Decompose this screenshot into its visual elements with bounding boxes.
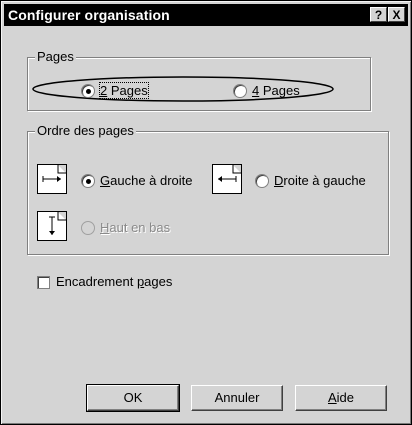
top-to-bottom-icon <box>37 211 67 241</box>
radio-top-to-bottom-button[interactable] <box>81 220 95 235</box>
radio-left-to-right-label: Gauche à droite <box>100 173 193 188</box>
ok-button[interactable]: OK <box>86 384 180 412</box>
radio-right-to-left[interactable]: Droite à gauche <box>255 173 366 188</box>
help-titlebar-button[interactable]: ? <box>370 7 387 22</box>
radio-left-to-right[interactable]: Gauche à droite <box>81 173 193 188</box>
radio-right-to-left-label: Droite à gauche <box>274 173 366 188</box>
radio-2-pages-label: 2 Pages <box>99 82 149 99</box>
radio-left-to-right-button[interactable] <box>81 173 95 188</box>
pages-group-legend: Pages <box>35 49 76 64</box>
title-bar: Configurer organisation ? X <box>4 4 408 26</box>
radio-4-pages-label: 4 Pages <box>252 83 300 98</box>
cancel-button[interactable]: Annuler <box>191 385 283 411</box>
close-button[interactable]: X <box>388 7 405 22</box>
left-to-right-icon <box>37 164 67 194</box>
radio-top-to-bottom-label: Haut en bas <box>100 220 171 235</box>
page-order-group-legend: Ordre des pages <box>35 123 136 138</box>
radio-4-pages[interactable]: 4 Pages <box>233 83 300 98</box>
radio-right-to-left-button[interactable] <box>255 173 269 188</box>
right-to-left-icon <box>212 164 242 194</box>
radio-top-to-bottom[interactable]: Haut en bas <box>81 220 170 235</box>
page-order-group <box>27 131 389 255</box>
radio-2-pages[interactable]: 2 Pages <box>81 82 149 99</box>
frame-pages-checkbox[interactable] <box>37 276 50 289</box>
frame-pages-label[interactable]: Encadrement pages <box>56 274 172 290</box>
dialog-title: Configurer organisation <box>8 7 170 23</box>
radio-2-pages-button[interactable] <box>81 83 95 98</box>
help-button[interactable]: Aide <box>295 385 387 411</box>
radio-4-pages-button[interactable] <box>233 83 247 98</box>
dialog-window: Configurer organisation ? X Pages 2 Page… <box>0 0 412 425</box>
